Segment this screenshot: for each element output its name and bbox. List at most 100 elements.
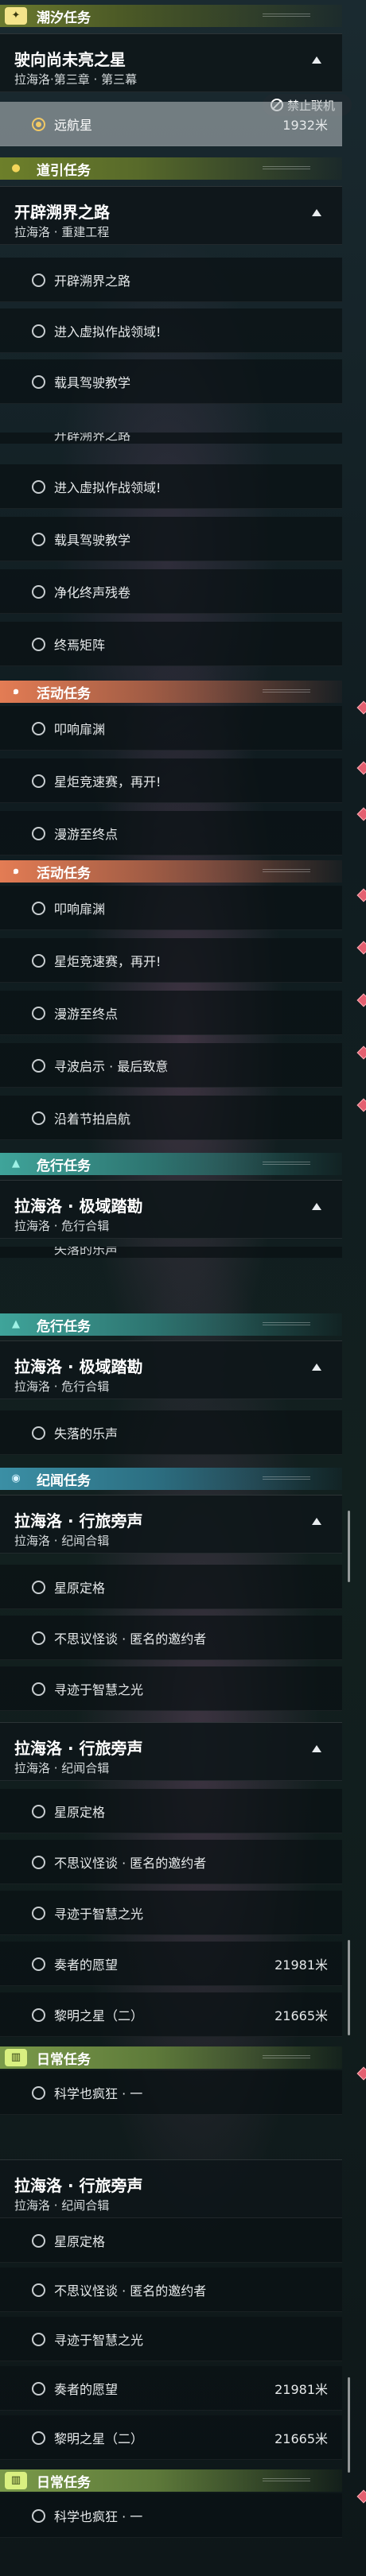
marker-diamond-icon xyxy=(356,2489,366,2504)
story-step-row[interactable]: 星原定格 xyxy=(0,1565,342,1609)
step-label: 奏者的愿望 xyxy=(54,2381,119,2397)
radio-selected-icon xyxy=(32,117,45,131)
story-step-row[interactable]: 奏者的愿望 21981米 xyxy=(0,1942,342,1986)
spiral-icon: ๑ xyxy=(12,865,20,877)
story-step-row[interactable]: 寻迹于智慧之光 xyxy=(0,1666,342,1711)
danger-quest-header[interactable]: ▲ 危行任务 xyxy=(0,1153,342,1175)
step-label: 失落的乐声 xyxy=(54,1247,119,1257)
story-step-row[interactable]: 不思议怪谈 · 匿名的邀约者 xyxy=(0,1840,342,1884)
collapse-arrow-icon[interactable] xyxy=(312,1518,321,1525)
activity-step-row[interactable]: 叩响扉渊 xyxy=(0,706,342,751)
marker-diamond-icon xyxy=(356,700,366,715)
guide-step-row[interactable]: 终焉矩阵 xyxy=(0,622,342,666)
eye-icon: ◉ xyxy=(11,1472,21,1484)
header-decoration xyxy=(263,2478,310,2481)
header-decoration xyxy=(263,1476,310,1480)
step-label: 不思议怪谈 · 匿名的邀约者 xyxy=(54,1855,207,1871)
radio-icon xyxy=(32,1906,45,1920)
marker-diamond-icon xyxy=(356,993,366,1007)
story-quest-card[interactable]: 拉海洛 · 行旅旁声 拉海洛 · 纪闻合辑 xyxy=(0,1722,342,1781)
scrollbar[interactable] xyxy=(348,1511,350,1582)
danger-step-row[interactable]: 失落的乐声 xyxy=(0,1410,342,1455)
step-label: 寻迹于智慧之光 xyxy=(54,2332,144,2348)
step-label: 沿着节拍启航 xyxy=(54,1111,131,1127)
guide-step-partial: 开辟溯界之路 xyxy=(0,433,342,444)
quest-subtitle: 拉海洛 · 纪闻合辑 xyxy=(14,1534,110,1548)
guide-step-row[interactable]: 进入虚拟作战领域! xyxy=(0,308,342,353)
activity-step-row[interactable]: 漫游至终点 xyxy=(0,991,342,1035)
danger-step-partial: 失落的乐声 xyxy=(0,1247,342,1258)
step-label: 星原定格 xyxy=(54,2233,106,2249)
radio-icon xyxy=(32,953,45,968)
story-step-row[interactable]: 寻迹于智慧之光 xyxy=(0,2317,342,2361)
danger-quest-header[interactable]: ▲ 危行任务 xyxy=(0,1313,342,1336)
activity-step-row[interactable]: 星炬竞速赛，再开! xyxy=(0,938,342,983)
guide-step-row[interactable]: 净化终声残卷 xyxy=(0,569,342,614)
guide-quest-card[interactable]: 开辟溯界之路 拉海洛 · 重建工程 xyxy=(0,186,342,245)
step-distance: 1932米 xyxy=(282,117,328,133)
radio-icon xyxy=(32,2233,45,2248)
radio-icon xyxy=(32,532,45,546)
header-decoration xyxy=(263,689,310,692)
guide-step-row[interactable]: 进入虚拟作战领域! xyxy=(0,464,342,509)
tide-quest-card[interactable]: 驶向尚未亮之星 拉海洛·第三章 · 第三幕 xyxy=(0,33,342,92)
story-quest-card[interactable]: 拉海洛 · 行旅旁声 拉海洛 · 纪闻合辑 xyxy=(0,1495,342,1554)
activity-quest-header[interactable]: ๑ 活动任务 xyxy=(0,860,342,883)
story-step-row[interactable]: 星原定格 xyxy=(0,2218,342,2263)
quest-title: 开辟溯界之路 xyxy=(14,203,110,222)
tide-quest-header-label: 潮汐任务 xyxy=(37,10,91,26)
radio-icon xyxy=(32,826,45,840)
activity-step-row[interactable]: 星炬竞速赛，再开! xyxy=(0,758,342,803)
guide-quest-header[interactable]: ● 道引任务 xyxy=(0,157,342,180)
step-label: 叩响扉渊 xyxy=(54,721,106,737)
marker-diamond-icon xyxy=(356,761,366,775)
story-quest-card[interactable]: 拉海洛 · 行旅旁声 拉海洛 · 纪闻合辑 xyxy=(0,2159,342,2218)
story-step-row[interactable]: 奏者的愿望 21981米 xyxy=(0,2366,342,2411)
radio-icon xyxy=(32,721,45,735)
activity-quest-header[interactable]: ๑ 活动任务 xyxy=(0,681,342,703)
book-icon: ▥ xyxy=(5,2049,27,2066)
activity-step-row[interactable]: 寻波启示 · 最后致意 xyxy=(0,1043,342,1088)
step-label: 不思议怪谈 · 匿名的邀约者 xyxy=(54,2283,207,2299)
scrollbar[interactable] xyxy=(348,1940,350,2035)
activity-step-row[interactable]: 漫游至终点 xyxy=(0,811,342,855)
scrollbar[interactable] xyxy=(348,2377,350,2473)
collapse-arrow-icon[interactable] xyxy=(312,56,321,64)
collapse-arrow-icon[interactable] xyxy=(312,209,321,216)
quest-title: 拉海洛 · 行旅旁声 xyxy=(14,2176,143,2195)
guide-step-row[interactable]: 载具驾驶教学 xyxy=(0,359,342,404)
tide-quest-header[interactable]: ✦ 潮汐任务 xyxy=(0,5,342,27)
story-step-row[interactable]: 黎明之星（二） 21665米 xyxy=(0,2415,342,2460)
activity-step-row[interactable]: 沿着节拍启航 xyxy=(0,1096,342,1140)
daily-step-row[interactable]: 科学也疯狂 · 一 xyxy=(0,2493,342,2538)
radio-icon xyxy=(32,2283,45,2297)
radio-icon xyxy=(32,324,45,338)
quest-title: 拉海洛 · 行旅旁声 xyxy=(14,1511,143,1530)
story-step-row[interactable]: 星原定格 xyxy=(0,1789,342,1833)
collapse-arrow-icon[interactable] xyxy=(312,1203,321,1210)
step-label: 净化终声残卷 xyxy=(54,584,131,600)
header-decoration xyxy=(263,1162,310,1165)
marker-diamond-icon xyxy=(356,941,366,955)
step-label: 星炬竞速赛，再开! xyxy=(54,774,162,789)
story-step-row[interactable]: 不思议怪谈 · 匿名的邀约者 xyxy=(0,2268,342,2312)
danger-quest-card[interactable]: 拉海洛 · 极域踏勘 拉海洛 · 危行合辑 xyxy=(0,1180,342,1239)
activity-step-row[interactable]: 叩响扉渊 xyxy=(0,886,342,930)
guide-step-row[interactable]: 开辟溯界之路 xyxy=(0,258,342,302)
story-step-row[interactable]: 不思议怪谈 · 匿名的邀约者 xyxy=(0,1616,342,1660)
story-step-row[interactable]: 寻迹于智慧之光 xyxy=(0,1891,342,1935)
daily-quest-header[interactable]: ▥ 日常任务 xyxy=(0,2469,342,2492)
step-label: 开辟溯界之路 xyxy=(54,273,131,289)
danger-quest-header-label: 危行任务 xyxy=(37,1158,91,1174)
daily-quest-header[interactable]: ▥ 日常任务 xyxy=(0,2046,342,2069)
daily-step-row[interactable]: 科学也疯狂 · 一 xyxy=(0,2070,342,2115)
tide-step-row[interactable]: 远航星 1932米 xyxy=(0,102,342,146)
danger-quest-card[interactable]: 拉海洛 · 极域踏勘 拉海洛 · 危行合辑 xyxy=(0,1340,342,1399)
story-quest-header[interactable]: ◉ 纪闻任务 xyxy=(0,1468,342,1490)
story-step-row[interactable]: 黎明之星（二） 21665米 xyxy=(0,1992,342,2037)
collapse-arrow-icon[interactable] xyxy=(312,1745,321,1752)
radio-icon xyxy=(32,1006,45,1020)
quest-title: 拉海洛 · 极域踏勘 xyxy=(14,1197,143,1216)
guide-step-row[interactable]: 载具驾驶教学 xyxy=(0,517,342,561)
collapse-arrow-icon[interactable] xyxy=(312,1364,321,1371)
